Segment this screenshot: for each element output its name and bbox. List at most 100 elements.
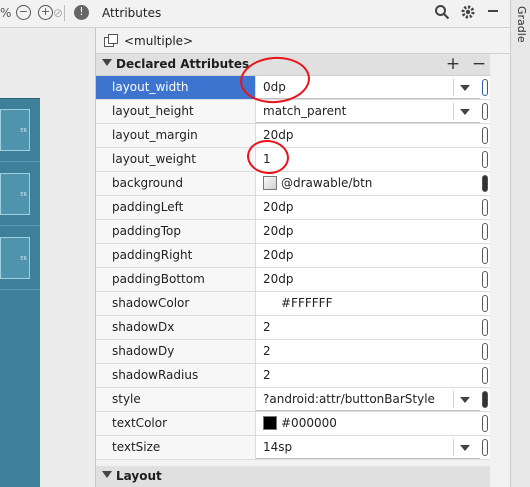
attribute-name: layout_weight (96, 148, 256, 171)
dropdown-separator (453, 391, 454, 408)
tool-window-bar (510, 0, 530, 487)
attribute-row[interactable]: layout_width 0dp (96, 76, 490, 100)
resource-indicator-icon[interactable] (482, 199, 488, 216)
attribute-row[interactable]: textSize 14sp (96, 436, 490, 460)
chevron-down-icon[interactable] (460, 397, 470, 403)
dropdown-separator (453, 79, 454, 96)
zoom-in-icon[interactable]: + (38, 5, 53, 20)
resource-indicator-icon[interactable] (482, 247, 488, 264)
attribute-name: shadowDy (96, 340, 256, 363)
declared-attributes-header[interactable]: Declared Attributes + − (96, 54, 490, 76)
resource-indicator-icon[interactable] (482, 343, 488, 360)
attribute-value-text: #000000 (281, 416, 337, 430)
attribute-name: layout_width (96, 76, 256, 99)
layout-section-header[interactable]: Layout (96, 466, 490, 487)
attribute-value-input[interactable]: #000000 (256, 412, 480, 435)
attribute-name: background (96, 172, 256, 195)
attribute-row[interactable]: shadowRadius 2 (96, 364, 490, 388)
attribute-row[interactable]: paddingBottom 20dp (96, 268, 490, 292)
attribute-value-input[interactable]: 2 (256, 316, 480, 339)
attribute-value-input[interactable]: 20dp (256, 268, 480, 291)
attribute-value-input[interactable]: 20dp (256, 124, 480, 147)
attribute-value-text: 1 (263, 152, 271, 166)
attribute-row[interactable]: shadowDx 2 (96, 316, 490, 340)
resource-indicator-icon[interactable] (482, 367, 488, 384)
resource-indicator-icon[interactable] (482, 439, 488, 456)
attribute-row[interactable]: paddingRight 20dp (96, 244, 490, 268)
attribute-value-text: 2 (263, 368, 271, 382)
attribute-row[interactable]: shadowColor #FFFFFF (96, 292, 490, 316)
attribute-value-input[interactable]: 1 (256, 148, 480, 171)
attribute-value-input[interactable]: #FFFFFF (256, 292, 480, 315)
attribute-value-dropdown[interactable]: ?android:attr/buttonBarStyle (256, 388, 480, 411)
attribute-value-input[interactable]: 20dp (256, 196, 480, 219)
resource-indicator-icon[interactable] (482, 319, 488, 336)
canvas-button[interactable]: ER (0, 173, 30, 215)
color-swatch-icon[interactable] (263, 176, 277, 190)
attribute-value-dropdown[interactable]: 0dp (256, 76, 480, 99)
attribute-row[interactable]: shadowDy 2 (96, 340, 490, 364)
canvas-button[interactable]: ER (0, 109, 30, 151)
attribute-row[interactable]: layout_weight 1 (96, 148, 490, 172)
attribute-row[interactable]: layout_margin 20dp (96, 124, 490, 148)
attribute-value-text: 20dp (263, 272, 294, 286)
attribute-value-input[interactable]: @drawable/btn (256, 172, 480, 195)
attribute-name: style (96, 388, 256, 411)
color-swatch-icon[interactable] (263, 416, 277, 430)
component-row: <multiple> (96, 28, 510, 54)
collapse-arrow-icon[interactable] (102, 471, 112, 478)
resource-indicator-icon[interactable] (482, 391, 488, 408)
attribute-value-dropdown[interactable]: match_parent (256, 100, 480, 123)
attribute-row[interactable]: textColor #000000 (96, 412, 490, 436)
zoom-reset-icon[interactable]: ⊘ (52, 3, 64, 23)
attribute-name: shadowRadius (96, 364, 256, 387)
resource-indicator-icon[interactable] (482, 103, 488, 120)
chevron-down-icon[interactable] (460, 445, 470, 451)
attribute-value-input[interactable]: 2 (256, 364, 480, 387)
attribute-value-text: 2 (263, 320, 271, 334)
canvas-button[interactable]: ER (0, 237, 30, 279)
attribute-value-text: #FFFFFF (281, 296, 333, 310)
resource-indicator-icon[interactable] (482, 271, 488, 288)
chevron-down-icon[interactable] (460, 85, 470, 91)
attribute-name: paddingRight (96, 244, 256, 267)
attribute-name: layout_margin (96, 124, 256, 147)
attribute-value-dropdown[interactable]: 14sp (256, 436, 480, 459)
collapse-arrow-icon[interactable] (102, 59, 112, 66)
zoom-out-icon[interactable]: − (16, 5, 31, 20)
dropdown-separator (453, 103, 454, 120)
attributes-panel: Attributes <multiple> Declared Attribute… (96, 0, 510, 487)
resource-indicator-icon[interactable] (482, 415, 488, 432)
attribute-row[interactable]: paddingLeft 20dp (96, 196, 490, 220)
resource-indicator-icon[interactable] (482, 223, 488, 240)
attribute-row[interactable]: layout_height match_parent (96, 100, 490, 124)
resource-indicator-icon[interactable] (482, 79, 488, 96)
resource-indicator-icon[interactable] (482, 175, 488, 192)
gear-icon[interactable] (459, 4, 477, 22)
attribute-row[interactable]: background @drawable/btn (96, 172, 490, 196)
attribute-name: paddingBottom (96, 268, 256, 291)
minimize-icon[interactable] (484, 4, 502, 22)
layout-canvas[interactable]: ER ER ER (0, 98, 40, 487)
attribute-row[interactable]: style ?android:attr/buttonBarStyle (96, 388, 490, 412)
chevron-down-icon[interactable] (460, 109, 470, 115)
attribute-value-input[interactable]: 20dp (256, 244, 480, 267)
gradle-tab[interactable]: Gradle (512, 6, 528, 66)
warnings-icon[interactable]: ! (74, 5, 89, 20)
resource-indicator-icon[interactable] (482, 295, 488, 312)
remove-attribute-button[interactable]: − (470, 54, 488, 76)
attribute-value-input[interactable]: 2 (256, 340, 480, 363)
section-title: Declared Attributes (116, 57, 250, 71)
resource-indicator-icon[interactable] (482, 127, 488, 144)
attribute-value-text: 14sp (263, 440, 293, 454)
attribute-name: paddingLeft (96, 196, 256, 219)
resource-indicator-icon[interactable] (482, 151, 488, 168)
attribute-value-text: 20dp (263, 128, 294, 142)
design-toolbar: % − + ⊘ ! (0, 0, 96, 28)
search-icon[interactable] (433, 4, 451, 22)
toolbar-separator (64, 5, 65, 21)
attribute-value-input[interactable]: 20dp (256, 220, 480, 243)
panel-title: Attributes (102, 6, 162, 20)
add-attribute-button[interactable]: + (444, 54, 462, 76)
attribute-row[interactable]: paddingTop 20dp (96, 220, 490, 244)
